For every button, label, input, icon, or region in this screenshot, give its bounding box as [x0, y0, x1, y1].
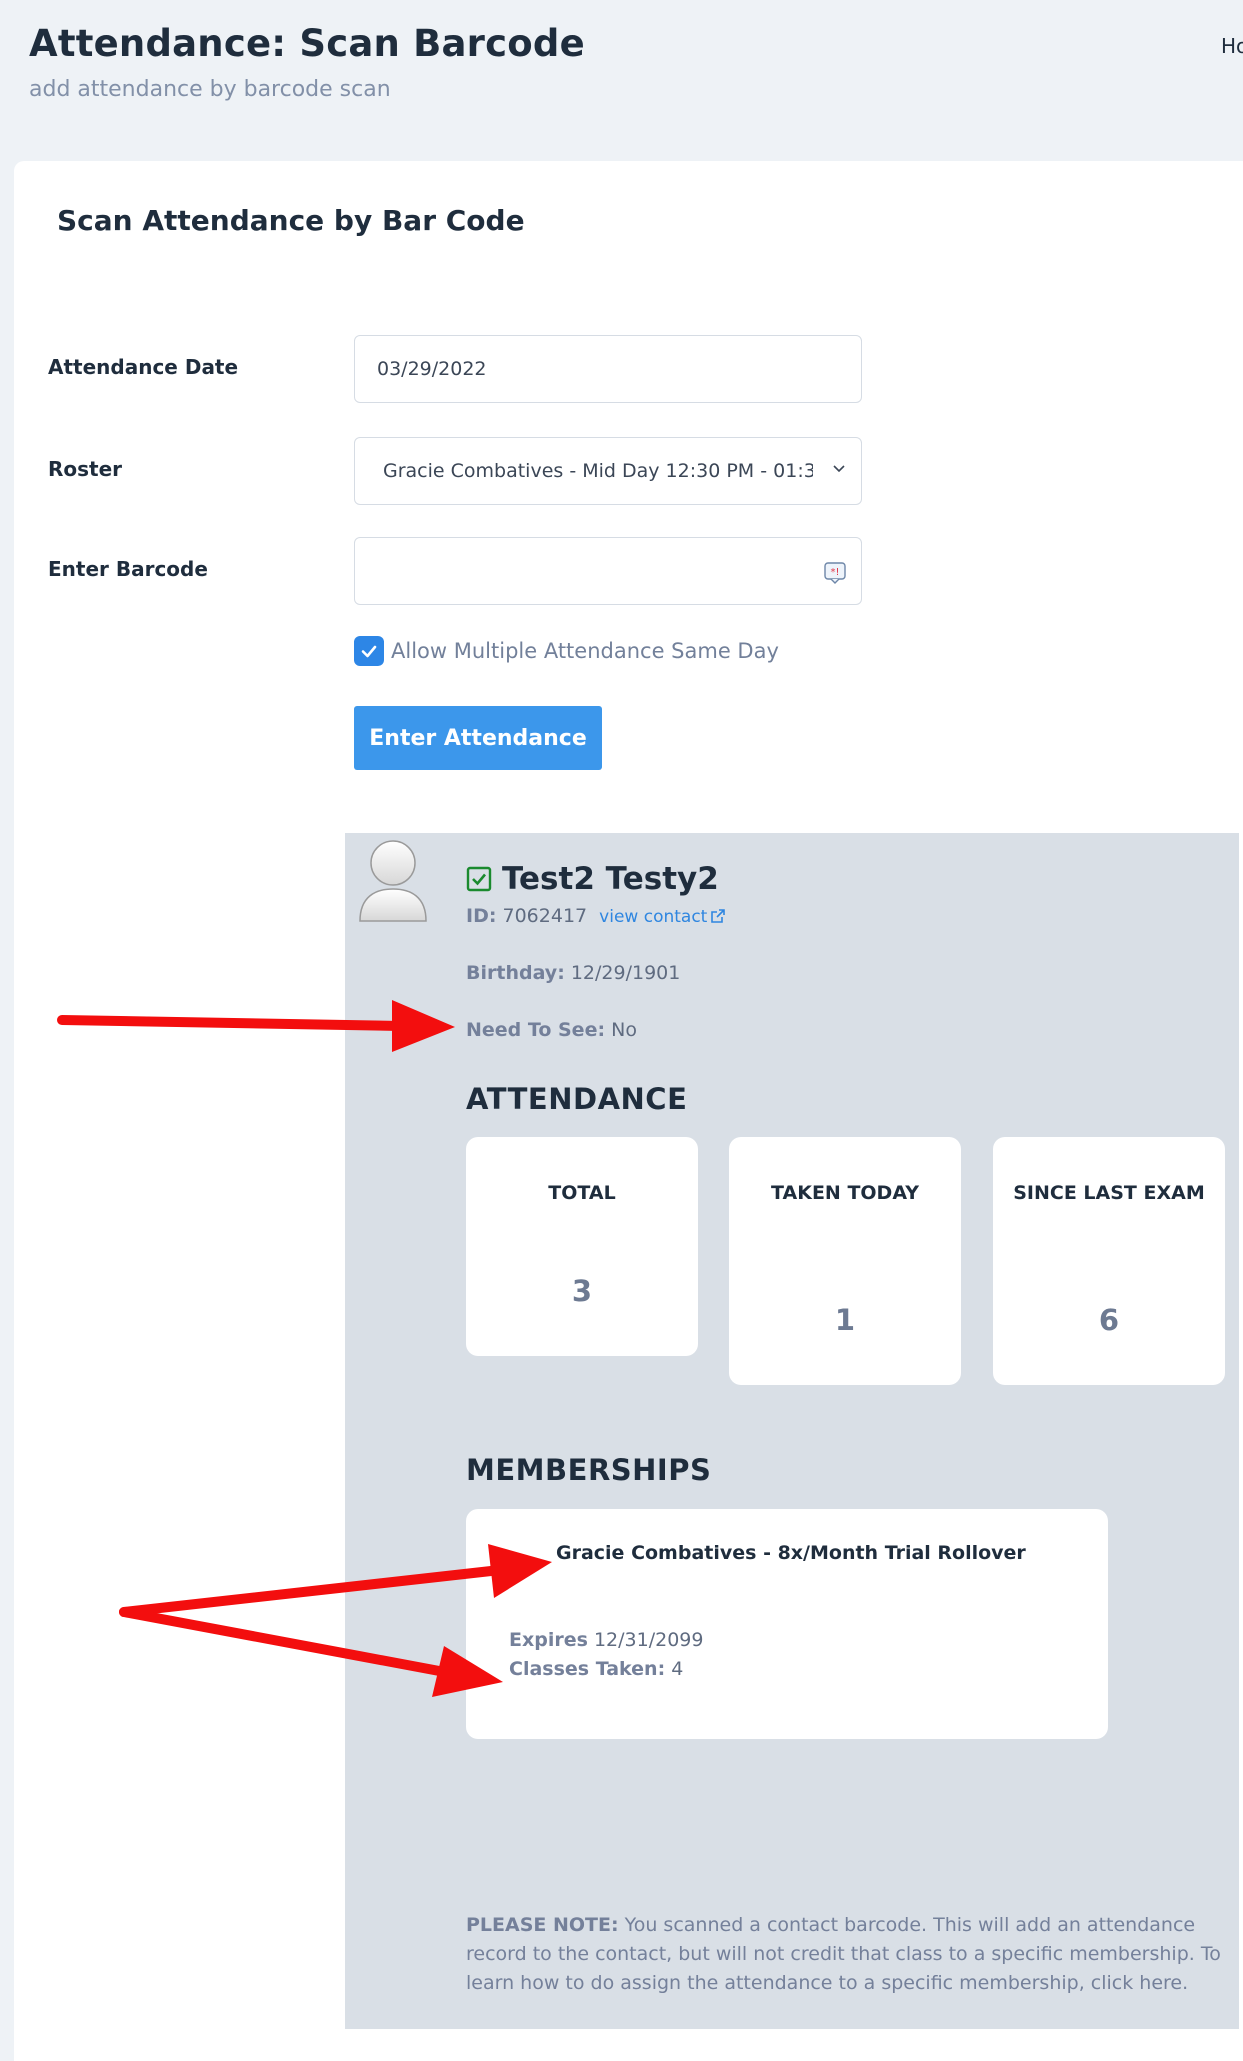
arrowhead-membership-name [488, 1544, 552, 1598]
arrow-classes-taken [119, 1607, 455, 1678]
arrow-membership-name [119, 1565, 505, 1617]
annotation-arrows [57, 1000, 552, 1697]
arrowhead-classes-taken [432, 1646, 503, 1697]
arrow-need-to-see [57, 1015, 405, 1031]
arrowhead-need-to-see [392, 1000, 455, 1052]
